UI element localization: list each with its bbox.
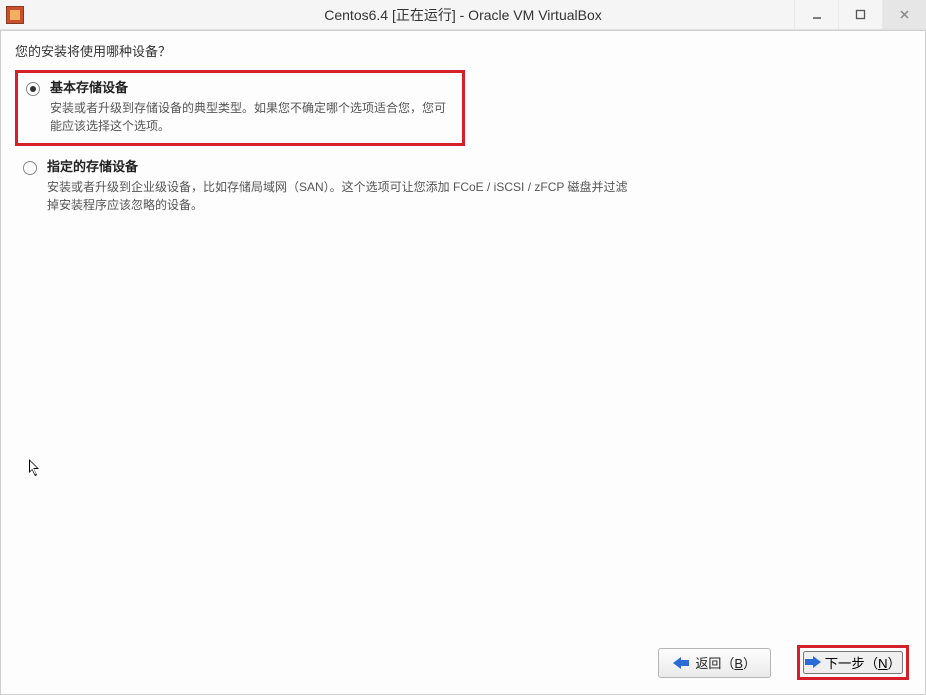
radio-specialized-storage[interactable] xyxy=(23,161,37,175)
radio-basic-storage[interactable] xyxy=(26,82,40,96)
back-button-label: 返回（B） xyxy=(695,653,756,672)
window-close-button[interactable] xyxy=(882,0,926,29)
wizard-footer: 返回（B） 下一步（N） xyxy=(15,639,911,684)
installer-content: 您的安装将使用哪种设备？ 基本存储设备 安装或者升级到存储设备的典型类型。如果您… xyxy=(0,30,926,695)
window-titlebar: Centos6.4 [正在运行] - Oracle VM VirtualBox xyxy=(0,0,926,30)
installer-prompt: 您的安装将使用哪种设备？ xyxy=(15,41,911,60)
option-specialized-storage[interactable]: 指定的存储设备 安装或者升级到企业级设备，比如存储局域网（SAN）。这个选项可让… xyxy=(15,152,635,222)
maximize-icon xyxy=(855,9,866,20)
minimize-icon xyxy=(811,9,823,21)
back-button[interactable]: 返回（B） xyxy=(658,648,771,678)
window-title: Centos6.4 [正在运行] - Oracle VM VirtualBox xyxy=(0,5,926,25)
next-button-label: 下一步（N） xyxy=(825,656,901,671)
mouse-cursor-icon xyxy=(29,459,43,479)
window-minimize-button[interactable] xyxy=(794,0,838,29)
option-basic-storage-title: 基本存储设备 xyxy=(50,79,456,97)
window-controls xyxy=(794,0,926,29)
window-maximize-button[interactable] xyxy=(838,0,882,29)
option-specialized-storage-title: 指定的存储设备 xyxy=(47,158,629,176)
option-specialized-storage-text: 指定的存储设备 安装或者升级到企业级设备，比如存储局域网（SAN）。这个选项可让… xyxy=(47,158,629,214)
next-button[interactable]: 下一步（N） xyxy=(803,651,903,674)
option-basic-storage[interactable]: 基本存储设备 安装或者升级到存储设备的典型类型。如果您不确定哪个选项适合您，您可… xyxy=(15,70,465,146)
storage-options-group: 基本存储设备 安装或者升级到存储设备的典型类型。如果您不确定哪个选项适合您，您可… xyxy=(15,70,911,222)
option-basic-storage-text: 基本存储设备 安装或者升级到存储设备的典型类型。如果您不确定哪个选项适合您，您可… xyxy=(50,79,456,135)
virtualbox-app-icon xyxy=(6,6,24,24)
close-icon xyxy=(899,9,910,20)
option-specialized-storage-desc: 安装或者升级到企业级设备，比如存储局域网（SAN）。这个选项可让您添加 FCoE… xyxy=(47,178,629,214)
arrow-left-icon xyxy=(673,657,689,669)
arrow-right-icon xyxy=(805,656,821,668)
option-basic-storage-desc: 安装或者升级到存储设备的典型类型。如果您不确定哪个选项适合您，您可能应该选择这个… xyxy=(50,99,456,135)
next-button-highlight: 下一步（N） xyxy=(797,645,909,680)
